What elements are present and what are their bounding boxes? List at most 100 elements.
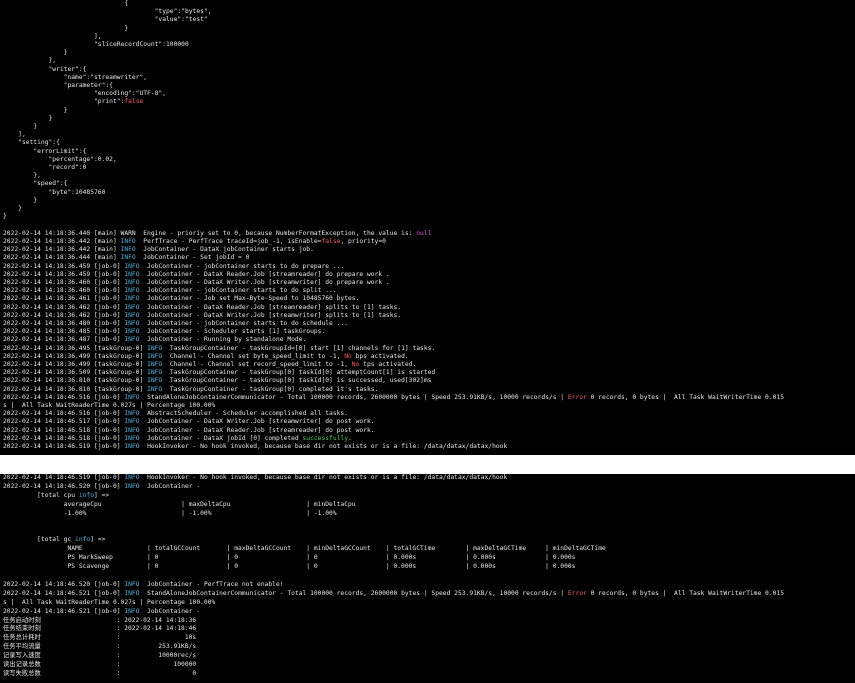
- terminal-line: }: [3, 123, 37, 130]
- terminal-text: JobContainer - jobContainer starts to do…: [139, 262, 345, 270]
- terminal-line: ],: [3, 33, 102, 40]
- terminal-line: "errorLimit":{: [3, 148, 86, 155]
- terminal-text: {: [3, 0, 129, 7]
- terminal-line: 记录写入速度 : 10000rec/s: [3, 652, 196, 659]
- terminal-text: }: [3, 205, 22, 213]
- terminal-text: 2022-02-14 14:18:36.459 [job-0]: [3, 262, 125, 270]
- terminal-line: 任务启动时刻 : 2022-02-14 14:18:36: [3, 617, 196, 624]
- terminal-text: 任务平均流量 : 253.91KB/s: [3, 643, 197, 651]
- terminal-text: "name":"streamwriter",: [3, 73, 148, 81]
- terminal-text: TaskGroupContainer - taskGroup[0] taskId…: [162, 369, 436, 377]
- terminal-text: PerfTrace - PerfTrace traceId=job_-1, is…: [135, 237, 322, 245]
- terminal-text: 2022-02-14 14:18:36.810 [taskGroup-0]: [3, 377, 148, 385]
- terminal-text: }: [3, 106, 68, 114]
- terminal-line: 2022-02-14 14:18:36.810 [taskGroup-0] IN…: [3, 386, 378, 393]
- terminal-text: 2022-02-14 14:18:36.444 [main]: [3, 254, 121, 262]
- terminal-line: "percentage":0.02,: [3, 156, 116, 163]
- highlighted-token: INFO: [124, 580, 140, 588]
- terminal-line: 2022-02-14 14:18:46.520 [job-0] INFO Job…: [3, 483, 200, 490]
- terminal-text: 任务结束时刻 : 2022-02-14 14:18:46: [3, 625, 197, 633]
- terminal-text: "parameter":{: [3, 82, 113, 90]
- terminal-text: 2022-02-14 14:18:46.517 [job-0]: [3, 418, 125, 426]
- terminal-line: NAME | totalGCCount | maxDeltaGCCount | …: [3, 545, 606, 553]
- highlighted-token: INFO: [124, 303, 140, 311]
- terminal-window-top[interactable]: { "type":"bytes", "value":"test" } ], "s: [0, 0, 855, 455]
- terminal-line: "value":"test": [3, 16, 208, 23]
- terminal-line: 2022-02-14 14:18:36.462 [job-0] INFO Job…: [3, 312, 401, 319]
- terminal-text: JobContainer - DataX Writer.Job [streamw…: [139, 278, 390, 286]
- highlighted-token: Error: [567, 393, 587, 401]
- terminal-line: 2022-02-14 14:18:36.459 [job-0] INFO Job…: [3, 271, 390, 278]
- highlighted-token: INFO: [124, 410, 140, 418]
- highlighted-token: null: [416, 229, 432, 237]
- terminal-line: "print":false: [3, 98, 143, 105]
- highlighted-token: INFO: [124, 589, 140, 597]
- terminal-text: 2022-02-14 14:18:36.462 [job-0]: [3, 311, 125, 319]
- highlighted-token: INFO: [120, 246, 136, 254]
- terminal-text: Channel - Channel set record_speed_limit…: [162, 360, 352, 368]
- terminal-line: {: [3, 0, 128, 7]
- highlighted-token: INFO: [147, 377, 163, 385]
- terminal-text: JobContainer - jobContainer starts to do…: [139, 319, 349, 327]
- terminal-line: "sliceRecordCount":100000: [3, 41, 189, 48]
- terminal-text: JobContainer - DataX jobContainer starts…: [135, 246, 314, 254]
- terminal-text: 2022-02-14 14:18:36.459 [job-0]: [3, 270, 125, 278]
- highlighted-token: info: [78, 491, 94, 499]
- terminal-line: 任务结束时刻 : 2022-02-14 14:18:46: [3, 625, 196, 632]
- terminal-text: 2022-02-14 14:18:36.509 [taskGroup-0]: [3, 369, 148, 377]
- terminal-text: JobContainer - Job set Max-Byte-Speed to…: [139, 295, 360, 303]
- terminal-text: 读写失败总数 : 0: [3, 669, 197, 677]
- terminal-text: JobContainer -: [139, 482, 201, 490]
- terminal-line: "record":0: [3, 164, 86, 171]
- terminal-text: HookInvoker - No hook invoked, because b…: [139, 442, 508, 450]
- terminal-line: 读写失败总数 : 0: [3, 670, 196, 677]
- terminal-line: }: [3, 205, 22, 212]
- terminal-line: 2022-02-14 14:18:46.520 [job-0] INFO Job…: [3, 581, 284, 588]
- highlighted-token: INFO: [124, 393, 140, 401]
- terminal-text: TaskGroupContainer - taskGroup[0] taskId…: [162, 377, 432, 385]
- terminal-text: 2022-02-14 14:18:46.520 [job-0]: [3, 482, 125, 490]
- terminal-text: StandAloneJobContainerCommunicator - Tot…: [139, 589, 568, 597]
- highlighted-token: INFO: [147, 385, 163, 393]
- terminal-text: 任务启动时刻 : 2022-02-14 14:18:36: [3, 616, 197, 624]
- terminal-line: "type":"bytes",: [3, 8, 212, 15]
- terminal-line: [total gc info] =>: [3, 536, 105, 543]
- terminal-text: 任务总计耗时 : 10s: [3, 634, 197, 642]
- terminal-line: "speed":{: [3, 180, 67, 187]
- terminal-text: JobContainer - Running by standalone Mod…: [139, 336, 307, 344]
- terminal-line: 2022-02-14 14:18:36.459 [job-0] INFO Job…: [3, 263, 344, 270]
- terminal-line: "encoding":"UTF-8",: [3, 90, 166, 97]
- terminal-line: "setting":{: [3, 139, 60, 146]
- terminal-line: 2022-02-14 14:18:36.485 [job-0] INFO Job…: [3, 328, 325, 335]
- terminal-line: 任务总计耗时 : 10s: [3, 634, 196, 641]
- highlighted-token: false: [124, 98, 144, 106]
- terminal-text: -1.00% | -1.00% | -1.00%: [3, 509, 337, 517]
- terminal-text: 2022-02-14 14:18:36.461 [job-0]: [3, 295, 125, 303]
- terminal-line: 2022-02-14 14:18:46.521 [job-0] INFO Sta…: [3, 590, 784, 597]
- terminal-line: 2022-02-14 14:18:46.516 [job-0] INFO Abs…: [3, 410, 348, 417]
- terminal-text: .: [348, 434, 352, 442]
- terminal-line: PS Scavenge | 0 | 0 | 0 | 0.000s | 0.000…: [3, 563, 575, 570]
- terminal-line: 2022-02-14 14:18:46.521 [job-0] INFO Job…: [3, 608, 200, 615]
- highlighted-token: INFO: [124, 482, 140, 490]
- terminal-window-bottom[interactable]: 2022-02-14 14:18:46.519 [job-0] INFO Hoo…: [0, 474, 855, 683]
- terminal-line: 2022-02-14 14:18:36.509 [taskGroup-0] IN…: [3, 369, 435, 376]
- terminal-text: Channel - Channel set byte_speed_limit t…: [162, 352, 345, 360]
- terminal-line: 2022-02-14 14:18:36.499 [taskGroup-0] IN…: [3, 361, 416, 368]
- terminal-text: JobContainer - jobContainer starts to do…: [139, 287, 337, 295]
- terminal-text: JobContainer - DataX Writer.Job [streamw…: [139, 418, 375, 426]
- terminal-text: ],: [3, 32, 102, 40]
- terminal-line: -1.00% | -1.00% | -1.00%: [3, 510, 337, 517]
- highlighted-token: INFO: [124, 474, 140, 481]
- highlighted-token: info: [75, 536, 91, 544]
- terminal-text: 2022-02-14 14:18:46.518 [job-0]: [3, 434, 125, 442]
- terminal-text: 0 records, 0 bytes | All Task WaitWriter…: [586, 589, 784, 597]
- terminal-text: NAME | totalGCCount | maxDeltaGCCount | …: [3, 545, 606, 553]
- terminal-line: }: [3, 106, 68, 114]
- terminal-text: StandAloneJobContainerCommunicator - Tot…: [139, 393, 568, 401]
- terminal-line: 2022-02-14 14:18:46.517 [job-0] INFO Job…: [3, 418, 375, 425]
- terminal-line: 2022-02-14 14:18:36.499 [taskGroup-0] IN…: [3, 353, 409, 360]
- terminal-text: "type":"bytes",: [3, 8, 212, 16]
- terminal-line: 2022-02-14 14:18:36.461 [job-0] INFO Job…: [3, 295, 359, 302]
- terminal-text: },: [3, 57, 57, 65]
